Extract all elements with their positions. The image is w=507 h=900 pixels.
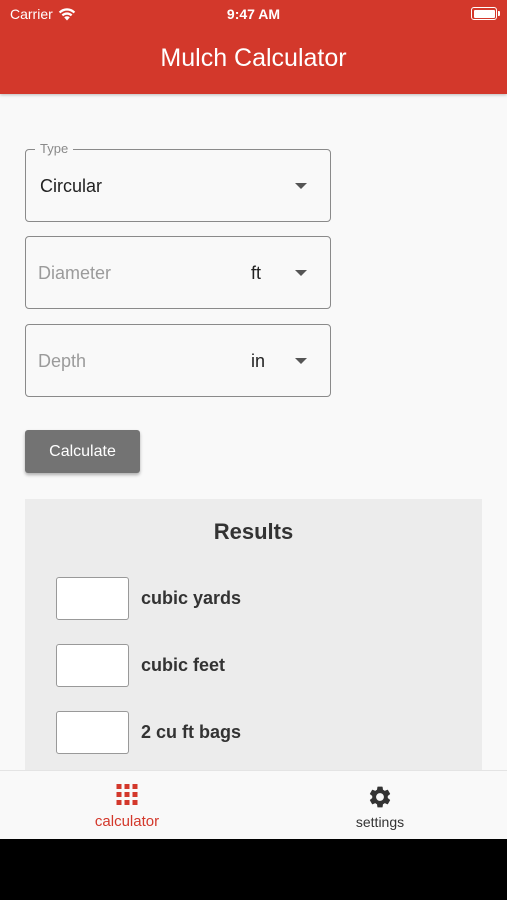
chevron-down-icon[interactable]: [295, 270, 307, 276]
depth-placeholder: Depth: [38, 351, 87, 371]
cubic-feet-output: [56, 644, 129, 687]
grid-icon: [116, 784, 138, 805]
result-row: 2 cu ft bags: [56, 711, 241, 754]
result-row: cubic yards: [56, 577, 241, 620]
result-label: cubic yards: [141, 588, 242, 608]
tab-settings[interactable]: settings: [253, 771, 507, 839]
tab-bar: calculator settings: [0, 770, 507, 839]
type-legend: Type: [35, 141, 74, 156]
status-time: 9:47 AM: [226, 6, 281, 22]
tab-calculator[interactable]: calculator: [0, 771, 254, 839]
app-screen: Carrier 9:47 AM Mulch Calculator Type Ci…: [0, 0, 507, 839]
results-title: Results: [213, 519, 294, 544]
diameter-field[interactable]: Diameter ft: [25, 236, 331, 309]
app-header: Carrier 9:47 AM Mulch Calculator: [0, 0, 507, 94]
diameter-unit-select[interactable]: ft: [251, 263, 261, 284]
depth-unit-select[interactable]: in: [251, 351, 265, 372]
type-value: Circular: [40, 176, 103, 196]
bags-output: [56, 711, 129, 754]
page-title: Mulch Calculator: [160, 44, 347, 72]
diameter-placeholder: Diameter: [38, 263, 112, 283]
depth-field[interactable]: Depth in: [25, 324, 331, 397]
calculate-button[interactable]: Calculate: [25, 430, 140, 473]
chevron-down-icon[interactable]: [295, 183, 307, 189]
result-label: cubic feet: [141, 655, 226, 675]
type-select[interactable]: Type Circular: [25, 141, 331, 222]
tab-label: settings: [355, 814, 405, 830]
result-row: cubic feet: [56, 644, 225, 687]
battery-icon: [471, 7, 500, 20]
status-bar: Carrier 9:47 AM: [0, 0, 507, 28]
gear-icon: [369, 786, 391, 808]
tab-label: calculator: [94, 813, 160, 830]
results-panel: Results cubic yards cubic feet 2 cu ft b…: [25, 499, 482, 799]
result-label: 2 cu ft bags: [141, 722, 242, 742]
chevron-down-icon[interactable]: [295, 358, 307, 364]
cubic-yards-output: [56, 577, 129, 620]
